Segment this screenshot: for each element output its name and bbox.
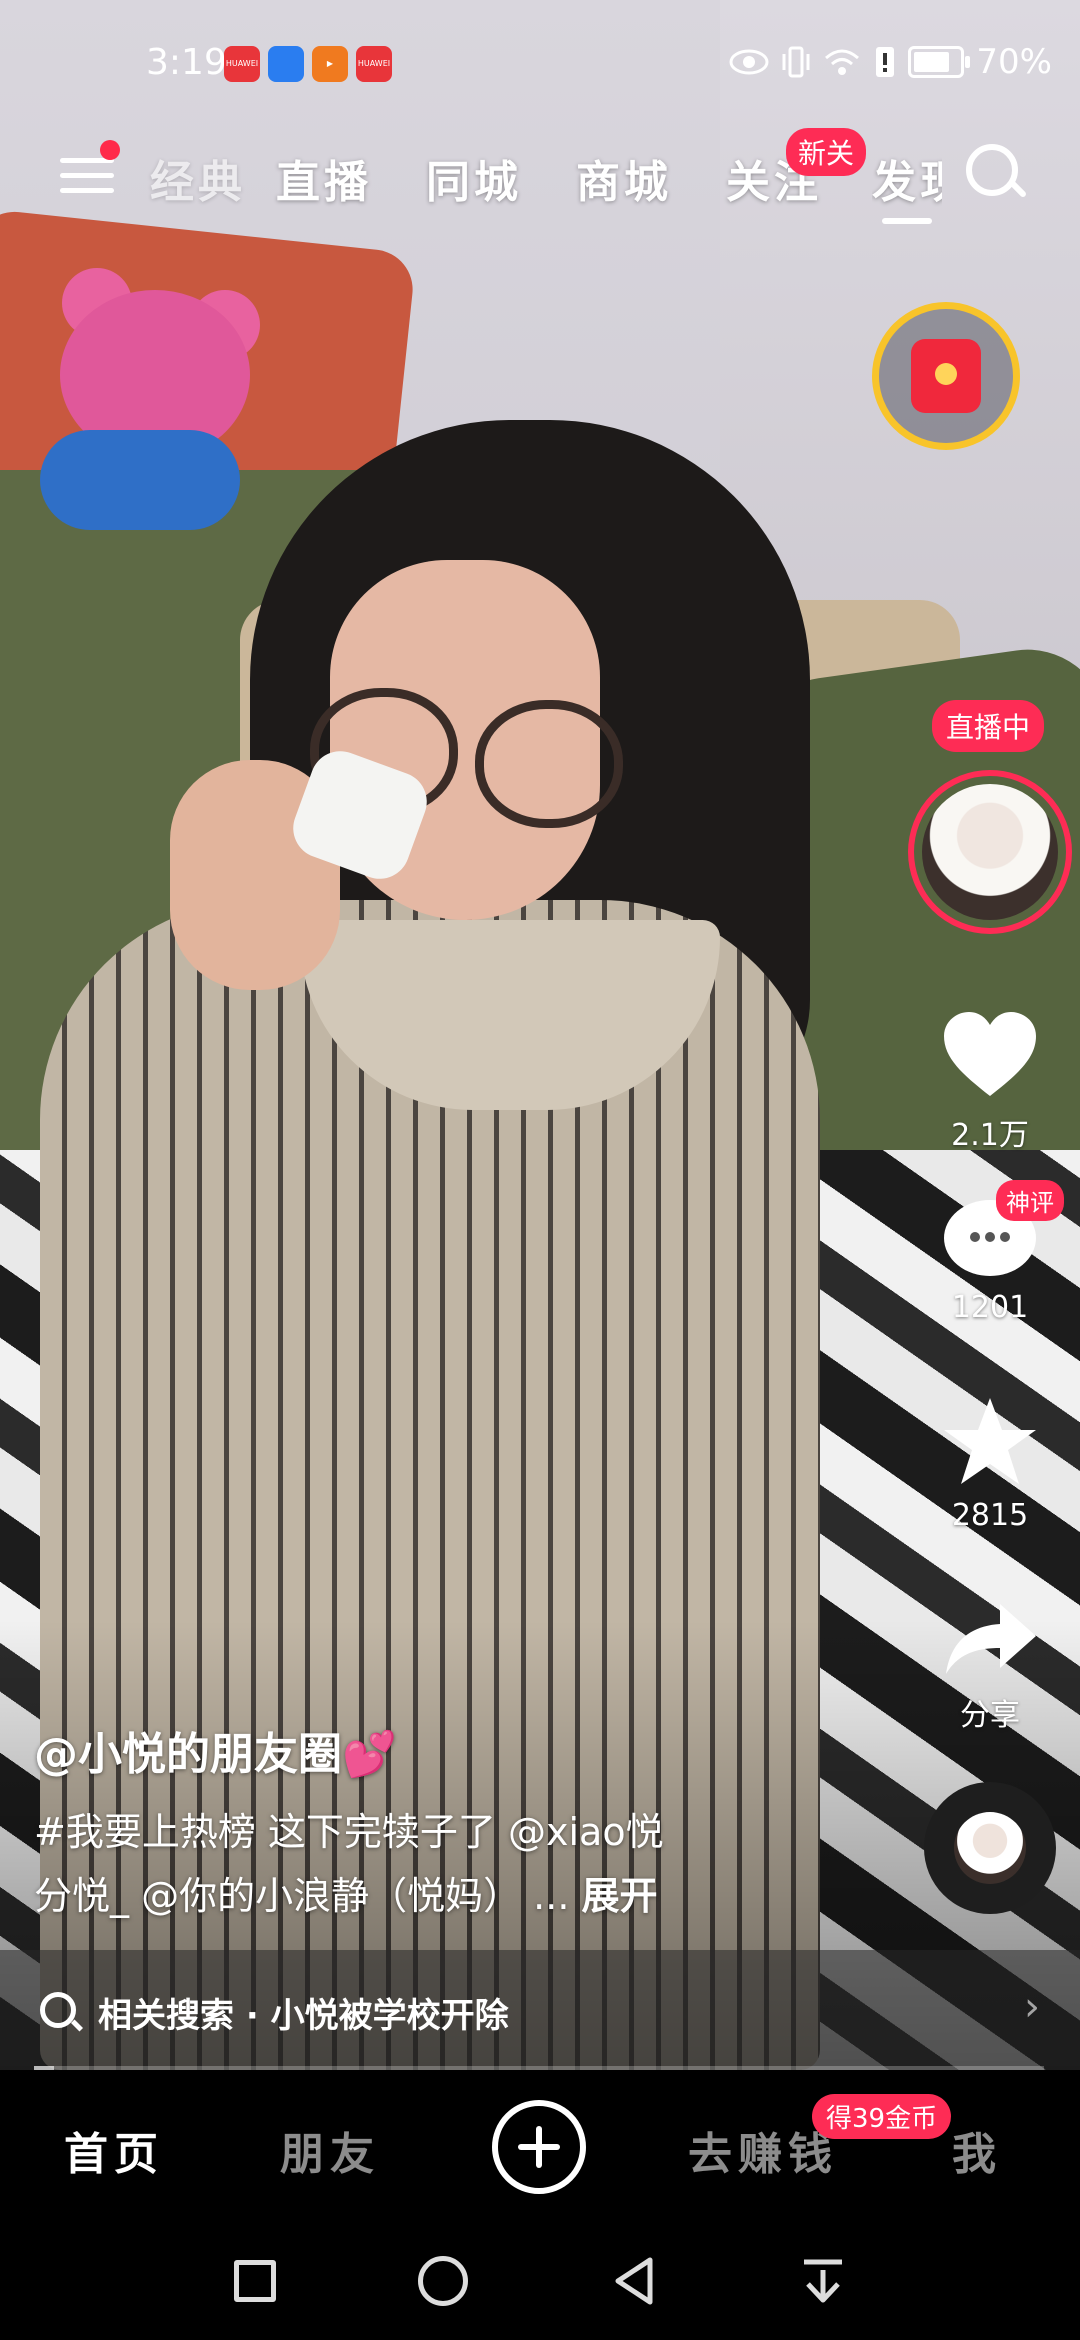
favorite-count: 2815 (951, 1498, 1029, 1533)
cloud-app-icon (268, 46, 304, 82)
huawei-app-icon: HUAWEI (356, 46, 392, 82)
tab-friends[interactable]: 朋友 (280, 2118, 380, 2182)
video-app-icon: ▶ (312, 46, 348, 82)
following-new-badge: 新关 (786, 128, 867, 176)
like-count: 2.1万 (951, 1118, 1029, 1153)
notification-pulldown-button[interactable] (800, 2256, 846, 2306)
chevron-right-icon: › (1024, 1984, 1040, 2030)
share-button[interactable]: 分享 (920, 1600, 1060, 1734)
search-icon (40, 1992, 76, 2028)
eye-icon (729, 49, 769, 75)
status-time: 3:19 (146, 42, 227, 83)
favorite-button[interactable]: 2815 (920, 1396, 1060, 1533)
related-search-bar[interactable]: 相关搜索 · 小悦被学校开除 › (0, 1950, 1080, 2070)
star-icon (944, 1398, 1036, 1484)
active-tab-indicator (882, 218, 932, 224)
menu-line (60, 188, 114, 193)
wifi-icon (825, 49, 860, 75)
comment-dot (970, 1232, 980, 1242)
bluetooth-vibrate-icon (782, 46, 810, 78)
glasses (475, 700, 623, 828)
live-badge: 直播中 (932, 700, 1045, 752)
huawei-app-icon: HUAWEI (224, 46, 260, 82)
description-line: #我要上热榜 这下完犊子了 @xiao悦 (34, 1810, 664, 1854)
status-icons: 70% (728, 42, 1052, 82)
red-envelope-icon (911, 339, 981, 413)
share-arrow-icon (946, 1604, 1036, 1674)
tab-home[interactable]: 首页 (64, 2118, 164, 2182)
search-button[interactable] (962, 140, 1032, 210)
back-button[interactable] (610, 2256, 660, 2306)
heart-icon (944, 1012, 1036, 1096)
tab-discover[interactable]: 发现 (872, 146, 942, 210)
description-text: 分悦_ @你的小浪静（悦妈） ... (34, 1874, 582, 1918)
comment-count: 1201 (951, 1290, 1029, 1325)
battery-level (914, 52, 950, 72)
search-icon (966, 144, 1018, 196)
notification-dot (100, 140, 120, 160)
music-cover (954, 1812, 1026, 1884)
recents-button[interactable] (234, 2260, 276, 2302)
hot-comment-badge: 神评 (996, 1180, 1064, 1221)
plush-bear-body (40, 430, 240, 530)
red-packet-button[interactable] (872, 302, 1020, 450)
tab-live[interactable]: 直播 (276, 146, 372, 210)
author-name[interactable]: @小悦的朋友圈💕 (34, 1718, 397, 1782)
system-nav-bar (0, 2220, 1080, 2340)
description-line: 分悦_ @你的小浪静（悦妈） ... 展开 (34, 1864, 754, 1928)
related-search-text: 相关搜索 · 小悦被学校开除 (98, 1996, 509, 2036)
avatar (922, 784, 1058, 920)
tab-me[interactable]: 我 (952, 2118, 1002, 2182)
video-description[interactable]: #我要上热榜 这下完犊子了 @xiao悦 分悦_ @你的小浪静（悦妈） ... … (34, 1800, 754, 1928)
bottom-tab-bar: 首页 朋友 去赚钱 得39金币 我 (0, 2070, 1080, 2220)
comment-dot (985, 1232, 995, 1242)
search-icon-handle (1008, 179, 1028, 199)
coin-badge: 得39金币 (812, 2094, 952, 2139)
create-post-button[interactable] (492, 2100, 586, 2194)
tab-nearby[interactable]: 同城 (426, 146, 522, 210)
battery-percent: 70% (976, 42, 1052, 82)
home-button[interactable] (418, 2256, 468, 2306)
music-disc[interactable] (924, 1782, 1056, 1914)
expand-button[interactable]: 展开 (581, 1874, 657, 1918)
author-avatar-live[interactable] (908, 770, 1072, 934)
tab-mall[interactable]: 商城 (576, 146, 672, 210)
like-button[interactable]: 2.1万 (920, 1010, 1060, 1154)
menu-line (60, 173, 114, 178)
share-label: 分享 (960, 1698, 1020, 1733)
envelope-seal (935, 363, 957, 385)
tab-classic[interactable]: 经典 (150, 146, 246, 210)
status-bar: 3:19 HUAWEI ▶ HUAWEI 70% (0, 38, 1080, 98)
sim-alert-icon (876, 47, 895, 77)
battery-icon (908, 46, 971, 78)
comment-dot (1000, 1232, 1010, 1242)
top-nav: 经典 直播 同城 商城 关注 新关 发现 (0, 128, 1080, 240)
